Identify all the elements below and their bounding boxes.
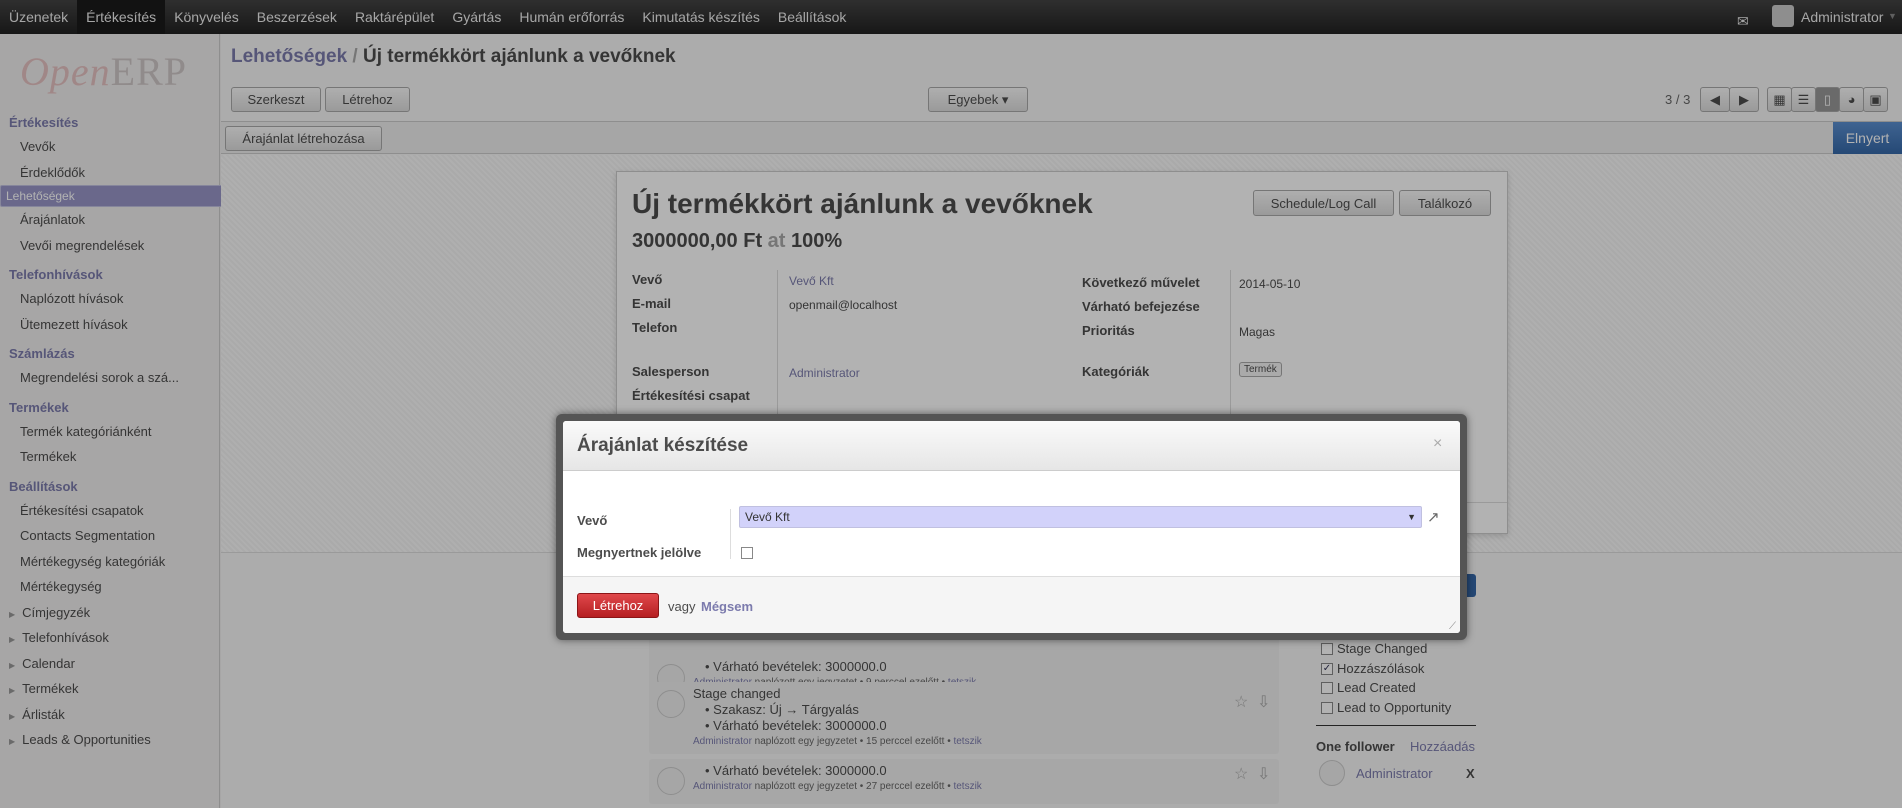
create-quotation-dialog: Árajánlat készítése × Vevő Megnyertnek j…: [556, 414, 1467, 640]
won-label: Megnyertnek jelölve: [577, 545, 702, 560]
dialog-footer: [563, 576, 1460, 633]
close-icon[interactable]: ×: [1433, 435, 1442, 453]
dialog-title: Árajánlat készítése: [577, 435, 749, 456]
cancel-link[interactable]: Mégsem: [701, 599, 753, 614]
dropdown-arrow-icon: ▼: [1407, 512, 1416, 522]
modal-backdrop: [0, 0, 1902, 808]
or-text: vagy: [668, 599, 696, 614]
mark-won-checkbox[interactable]: [741, 547, 753, 559]
external-link-icon[interactable]: ↗: [1427, 508, 1440, 526]
customer-select[interactable]: Vevő Kft ▼: [739, 506, 1422, 528]
create-button[interactable]: Létrehoz: [577, 593, 659, 618]
customer-label: Vevő: [577, 513, 608, 528]
resize-handle[interactable]: ⟋: [1449, 621, 1456, 632]
